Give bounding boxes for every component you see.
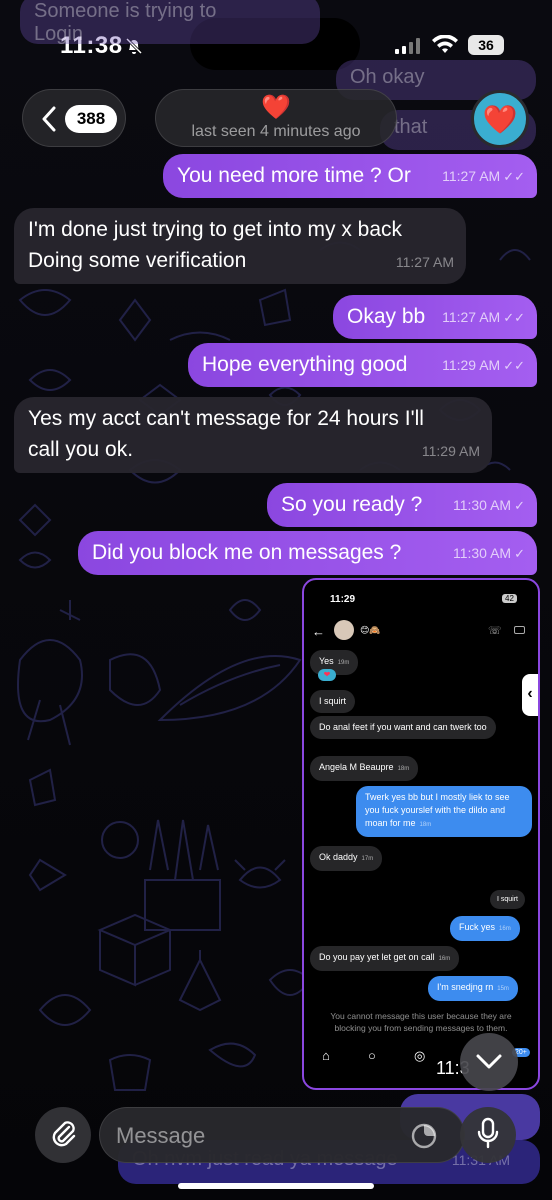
phone-icon: ☏ <box>488 625 502 637</box>
wifi-icon <box>432 34 458 60</box>
voice-record-button[interactable] <box>460 1107 516 1163</box>
home-indicator[interactable] <box>178 1183 374 1189</box>
home-icon: ⌂ <box>322 1048 330 1063</box>
ghost-text: Oh okay <box>350 66 425 88</box>
signal-icon <box>395 38 421 59</box>
embedded-message: Fuck yes 16m <box>450 916 520 941</box>
embedded-message: I squirt <box>490 890 526 909</box>
back-button[interactable]: 388 <box>22 89 126 147</box>
chevron-left-icon <box>41 106 57 137</box>
reels-icon: ◎ <box>414 1048 426 1063</box>
sent-tick-icon: ✓ <box>514 498 525 513</box>
incoming-message[interactable]: I'm done just trying to get into my x ba… <box>14 208 466 284</box>
embedded-time: 11:29 <box>330 594 356 605</box>
battery-indicator: 36 <box>468 35 504 55</box>
read-ticks-icon: ✓✓ <box>503 169 525 184</box>
sent-tick-icon: ✓ <box>514 546 525 561</box>
outgoing-message[interactable]: Did you block me on messages ? 11:30 AM ✓ <box>78 531 537 575</box>
embedded-emojis: 😊🙈 <box>360 625 381 635</box>
sticker-icon[interactable] <box>410 1122 438 1155</box>
ghost-text: that <box>394 116 428 138</box>
message-meta: 11:29 AM ✓✓ <box>442 350 525 381</box>
ghost-text: Someone is trying to <box>34 0 217 22</box>
profile-avatar <box>334 620 354 640</box>
read-ticks-icon: ✓✓ <box>503 310 525 325</box>
message-time: 11:27 AM <box>395 254 454 270</box>
blocked-notice: You cannot message this user because the… <box>330 1011 512 1033</box>
unread-count-badge: 388 <box>65 105 117 133</box>
scroll-down-button[interactable] <box>460 1033 518 1091</box>
embedded-message: Do you pay yet let get on call 16m <box>310 946 460 971</box>
message-meta: 11:30 AM ✓ <box>453 490 525 521</box>
outgoing-message[interactable]: Okay bb 11:27 AM ✓✓ <box>333 295 537 339</box>
message-time: 11:30 AM <box>452 497 512 513</box>
message-meta: 11:30 AM ✓ <box>453 538 525 569</box>
embedded-message: Ok daddy 17m <box>310 846 383 871</box>
paperclip-icon <box>49 1118 77 1153</box>
outgoing-message[interactable]: Hope everything good 11:29 AM ✓✓ <box>188 343 537 387</box>
chevron-left-icon[interactable]: ‹ <box>522 674 538 716</box>
avatar[interactable]: ❤️ <box>471 90 529 148</box>
embedded-battery: 42 <box>502 594 517 603</box>
message-meta: 11:27 AM ✓✓ <box>442 161 525 192</box>
video-icon <box>514 626 525 634</box>
message-placeholder: Message <box>116 1123 206 1148</box>
message-input[interactable]: Message <box>99 1107 465 1163</box>
embedded-message: I squirt <box>310 690 356 713</box>
search-icon: ○ <box>368 1048 376 1063</box>
chat-title[interactable]: ❤️ last seen 4 minutes ago <box>155 89 397 147</box>
message-text: Doing some verification <box>28 249 247 272</box>
chevron-down-icon <box>475 1052 503 1077</box>
microphone-icon <box>476 1117 500 1154</box>
back-arrow-icon: ← <box>312 624 325 639</box>
embedded-message: Do anal feet if you want and can twerk t… <box>310 716 496 739</box>
embedded-message: Twerk yes bb but I mostly liek to see yo… <box>356 786 532 837</box>
message-meta: 11:27 AM ✓✓ <box>442 302 525 333</box>
embedded-message: I'm snedjng rn 15m <box>428 976 518 1001</box>
message-text: Yes my acct can't message for 24 hours I… <box>28 407 424 430</box>
image-message[interactable]: 11:29 42 ← 😊🙈 ☏ Yes 19m ❤ I squirt Do ana… <box>302 578 540 1090</box>
read-ticks-icon: ✓✓ <box>503 358 525 373</box>
message-time: 11:29 AM <box>442 357 501 373</box>
heart-icon: ❤ <box>318 669 336 681</box>
message-text: call you ok. <box>28 438 134 461</box>
message-text: I'm done just trying to get into my x ba… <box>28 218 403 241</box>
outgoing-message[interactable]: You need more time ? Or 11:27 AM ✓✓ <box>163 154 537 198</box>
ghost-text: Login <box>34 23 83 45</box>
message-time: 11:27 AM <box>442 309 501 325</box>
outgoing-message[interactable]: So you ready ? 11:30 AM ✓ <box>267 483 537 527</box>
embedded-message: Angela M Beaupre 18m <box>310 756 419 781</box>
ghost-message: Someone is trying to Login <box>20 0 320 45</box>
message-time: 11:27 AM <box>442 168 501 184</box>
last-seen-status: last seen 4 minutes ago <box>191 123 361 140</box>
message-time: 11:30 AM <box>452 545 512 561</box>
chat-name: ❤️ <box>261 94 291 121</box>
message-time: 11:29 AM <box>421 443 480 459</box>
attach-button[interactable] <box>35 1107 91 1163</box>
incoming-message[interactable]: Yes my acct can't message for 24 hours I… <box>14 397 492 473</box>
